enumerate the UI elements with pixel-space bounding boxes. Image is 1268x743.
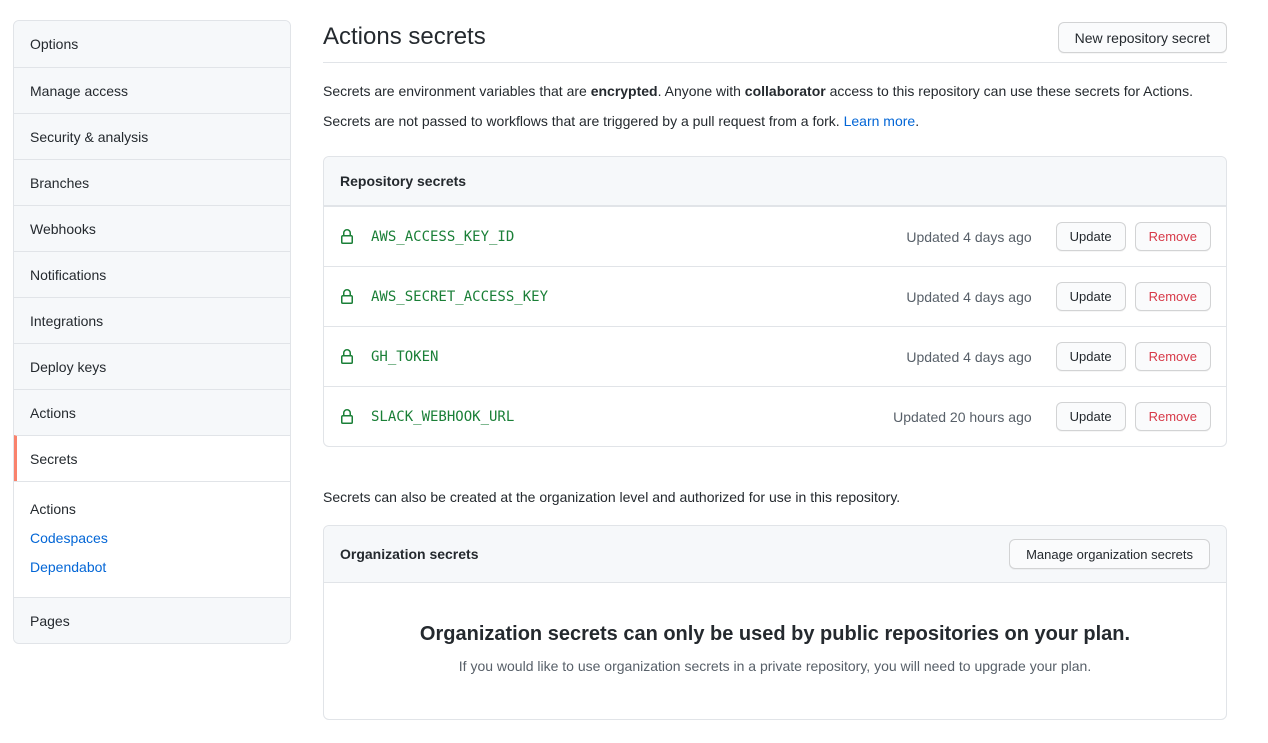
lock-icon [339,409,355,425]
sidebar-item-branches[interactable]: Branches [14,159,290,205]
sidebar-item-label: Branches [30,175,89,191]
org-level-note: Secrets can also be created at the organ… [323,489,1227,505]
org-empty-subtitle: If you would like to use organization se… [364,656,1186,677]
sidebar-subitem-actions[interactable]: Actions [30,495,274,524]
learn-more-link[interactable]: Learn more [844,113,916,129]
manage-organization-secrets-button[interactable]: Manage organization secrets [1009,539,1210,569]
secret-updated: Updated 4 days ago [906,349,1031,365]
lock-icon [339,229,355,245]
update-button[interactable]: Update [1056,222,1126,251]
secret-name: AWS_SECRET_ACCESS_KEY [371,289,548,305]
intro-part2: . Anyone with [658,83,745,99]
update-button[interactable]: Update [1056,282,1126,311]
sidebar-item-secrets[interactable]: Secrets [14,435,290,481]
sidebar-secrets-subnav: Actions Codespaces Dependabot [14,481,290,597]
lock-icon [339,349,355,365]
sidebar-item-pages[interactable]: Pages [14,597,290,643]
sidebar-item-security-analysis[interactable]: Security & analysis [14,113,290,159]
sidebar-subitem-dependabot[interactable]: Dependabot [30,553,274,582]
sidebar-item-webhooks[interactable]: Webhooks [14,205,290,251]
sidebar-item-actions[interactable]: Actions [14,389,290,435]
actions-secrets-page: Actions secrets New repository secret Se… [323,20,1227,720]
update-button[interactable]: Update [1056,342,1126,371]
remove-button[interactable]: Remove [1135,282,1211,311]
sidebar-item-label: Secrets [30,451,77,467]
organization-secrets-header: Organization secrets Manage organization… [324,526,1226,583]
sidebar-item-label: Actions [30,405,76,421]
secret-name: SLACK_WEBHOOK_URL [371,409,514,425]
sidebar-item-label: Security & analysis [30,129,148,145]
sidebar-item-label: Pages [30,613,70,629]
intro-part4: . [915,113,919,129]
sidebar-item-label: Integrations [30,313,103,329]
secret-row: SLACK_WEBHOOK_URL Updated 20 hours ago U… [324,386,1226,446]
secret-name: GH_TOKEN [371,349,438,365]
intro-part1: Secrets are environment variables that a… [323,83,591,99]
new-repository-secret-button[interactable]: New repository secret [1058,22,1227,53]
sidebar-item-label: Manage access [30,83,128,99]
remove-button[interactable]: Remove [1135,342,1211,371]
secret-row: AWS_ACCESS_KEY_ID Updated 4 days ago Upd… [324,206,1226,266]
organization-secrets-title: Organization secrets [340,546,479,562]
sidebar-item-deploy-keys[interactable]: Deploy keys [14,343,290,389]
secret-updated: Updated 20 hours ago [893,409,1032,425]
secret-name: AWS_ACCESS_KEY_ID [371,229,514,245]
org-empty-title: Organization secrets can only be used by… [364,619,1186,649]
page-header: Actions secrets New repository secret [323,20,1227,63]
lock-icon [339,289,355,305]
page-title: Actions secrets [323,20,486,54]
remove-button[interactable]: Remove [1135,402,1211,431]
intro-bold-collaborator: collaborator [745,83,826,99]
intro-bold-encrypted: encrypted [591,83,658,99]
sidebar-item-manage-access[interactable]: Manage access [14,67,290,113]
update-button[interactable]: Update [1056,402,1126,431]
secret-row: GH_TOKEN Updated 4 days ago Update Remov… [324,326,1226,386]
sidebar-item-options[interactable]: Options [14,21,290,67]
settings-sidebar: Options Manage access Security & analysi… [13,20,291,644]
intro-text: Secrets are environment variables that a… [323,76,1227,136]
sidebar-item-label: Options [30,36,78,52]
repository-secrets-header: Repository secrets [324,157,1226,206]
organization-secrets-empty-state: Organization secrets can only be used by… [324,583,1226,719]
remove-button[interactable]: Remove [1135,222,1211,251]
organization-secrets-box: Organization secrets Manage organization… [323,525,1227,720]
secret-row: AWS_SECRET_ACCESS_KEY Updated 4 days ago… [324,266,1226,326]
sidebar-item-label: Notifications [30,267,106,283]
secret-updated: Updated 4 days ago [906,289,1031,305]
sidebar-item-label: Webhooks [30,221,96,237]
repository-secrets-box: Repository secrets AWS_ACCESS_KEY_ID Upd… [323,156,1227,447]
secret-updated: Updated 4 days ago [906,229,1031,245]
sidebar-item-label: Deploy keys [30,359,106,375]
sidebar-item-notifications[interactable]: Notifications [14,251,290,297]
sidebar-subitem-codespaces[interactable]: Codespaces [30,524,274,553]
sidebar-item-integrations[interactable]: Integrations [14,297,290,343]
